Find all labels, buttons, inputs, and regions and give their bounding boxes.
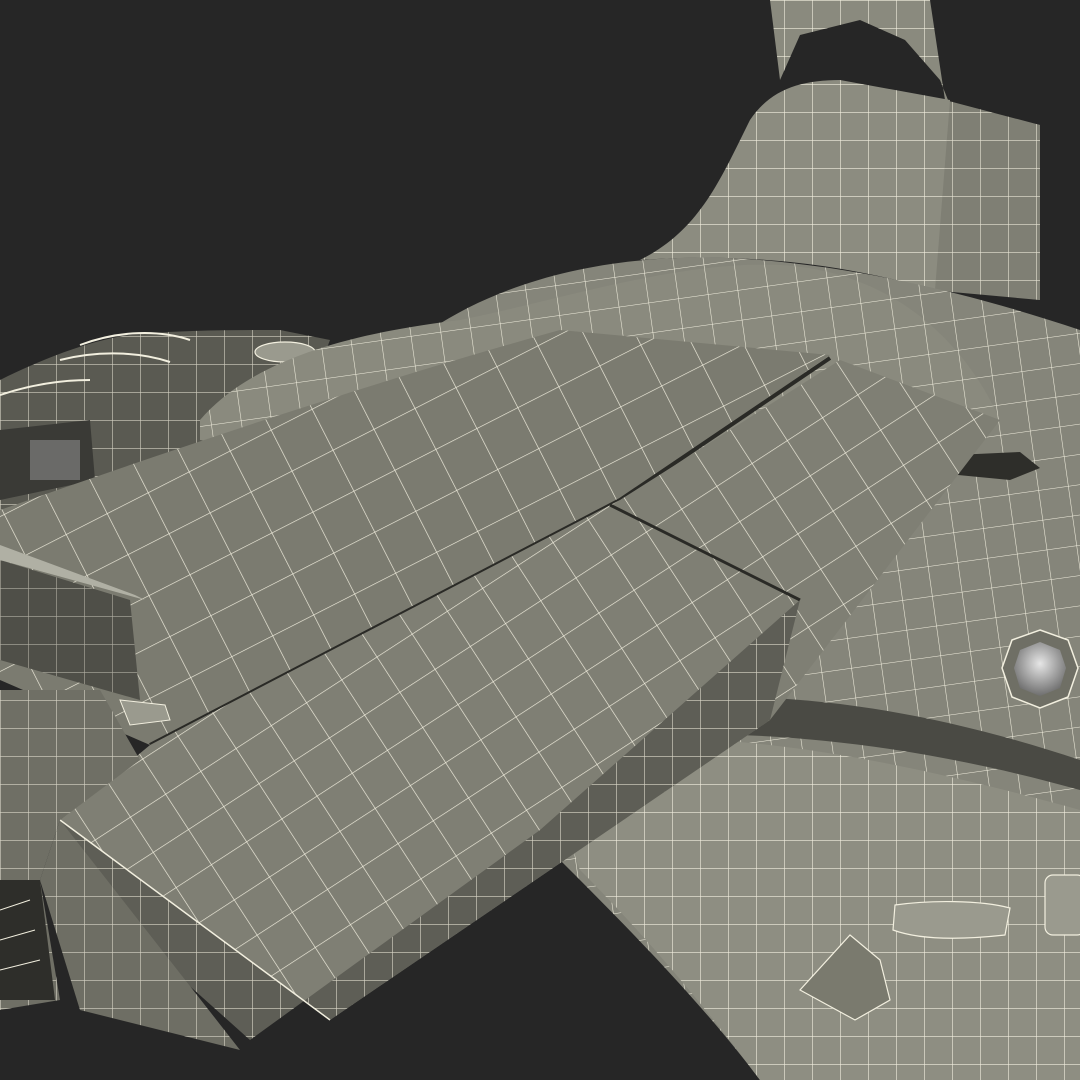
round-window bbox=[1001, 629, 1079, 709]
aircraft-wireframe-image bbox=[0, 0, 1080, 1080]
render-viewport bbox=[0, 0, 1080, 1080]
